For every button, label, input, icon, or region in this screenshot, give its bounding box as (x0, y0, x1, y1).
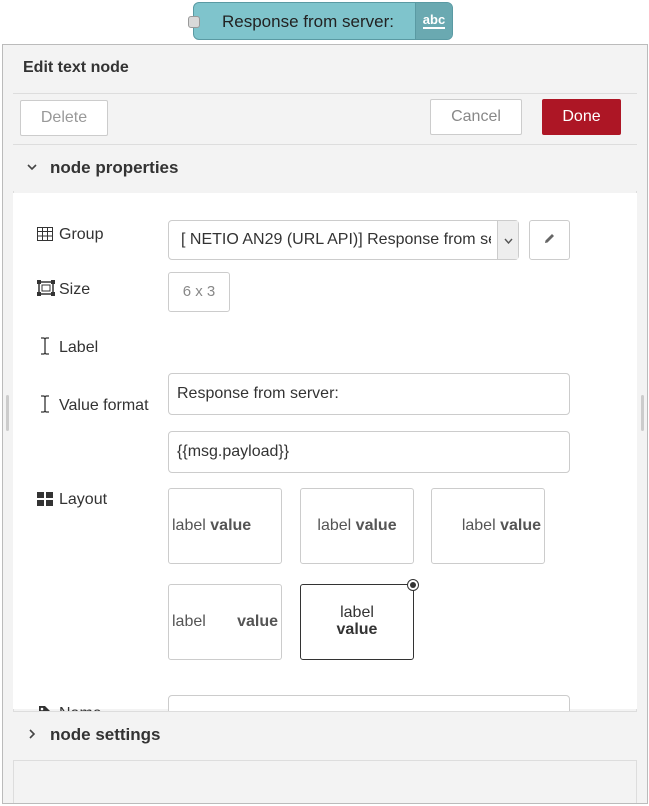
layout-option-label: label (172, 517, 206, 534)
layout-label: Layout (37, 491, 107, 509)
section-node-settings[interactable]: node settings (13, 711, 637, 761)
layout-option-value: value (355, 517, 397, 534)
flow-node-label: Response from server: (222, 12, 394, 31)
text-cursor-icon (37, 337, 53, 358)
chevron-down-icon[interactable] (497, 221, 518, 259)
tray-header: Edit text node (13, 45, 637, 94)
layout-option-label: label (172, 613, 206, 630)
layout-option-row-left[interactable]: label value (168, 488, 282, 564)
selected-indicator (407, 579, 419, 591)
section-node-properties[interactable]: node properties (13, 145, 637, 191)
done-button[interactable]: Done (542, 99, 621, 135)
tray-right-edge (636, 45, 647, 803)
size-label: Size (37, 280, 90, 299)
group-select[interactable]: [ NETIO AN29 (URL API)] Response from se… (168, 220, 519, 260)
layout-option-column-center[interactable]: label value (300, 579, 419, 660)
layout-option-value: value (210, 517, 252, 534)
layout-option-row-right[interactable]: label value (431, 488, 545, 564)
layout-option-label: label (461, 517, 496, 534)
resize-handle-left[interactable] (6, 395, 9, 431)
table-icon (37, 226, 53, 244)
label-input[interactable]: Response from server: (168, 373, 570, 415)
cancel-button[interactable]: Cancel (430, 99, 522, 135)
delete-button[interactable]: Delete (20, 100, 108, 136)
input-port[interactable] (188, 16, 200, 28)
value-format-label: Value format (37, 395, 149, 416)
layout-option-value: value (500, 517, 541, 534)
group-label: Group (37, 226, 103, 244)
label-field-label: Label (37, 337, 98, 358)
edit-group-button[interactable] (529, 220, 570, 260)
layout-option-label: label (317, 517, 352, 534)
text-cursor-icon (37, 395, 53, 416)
flow-node[interactable]: Response from server: abc (188, 2, 453, 40)
group-select-value: [ NETIO AN29 (URL API)] Response from se… (181, 231, 491, 248)
pencil-icon (543, 232, 556, 248)
layout-option-label: label (340, 604, 374, 621)
section-title: node properties (50, 158, 179, 177)
value-format-input[interactable]: {{msg.payload}} (168, 431, 570, 473)
edit-tray: Edit text node Delete Cancel Done node p… (2, 44, 648, 804)
resize-handle-right[interactable] (641, 395, 644, 431)
layout-option-row-spread[interactable]: label value (168, 584, 282, 660)
section-title: node settings (50, 725, 161, 744)
layout-option-value: value (336, 621, 378, 638)
tray-toolbar: Delete Cancel Done (13, 94, 637, 145)
tray-title: Edit text node (23, 59, 129, 76)
text-node-icon: abc (415, 3, 452, 39)
chevron-down-icon (27, 159, 37, 175)
chevron-right-icon (27, 726, 37, 742)
layout-option-value: value (237, 613, 278, 630)
resize-icon (37, 280, 55, 299)
properties-panel: Group [ NETIO AN29 (URL API)] Response f… (13, 193, 637, 737)
size-picker-button[interactable]: 6 x 3 (168, 272, 230, 312)
layout-option-row-center[interactable]: label value (300, 488, 414, 564)
grid-icon (37, 491, 53, 509)
